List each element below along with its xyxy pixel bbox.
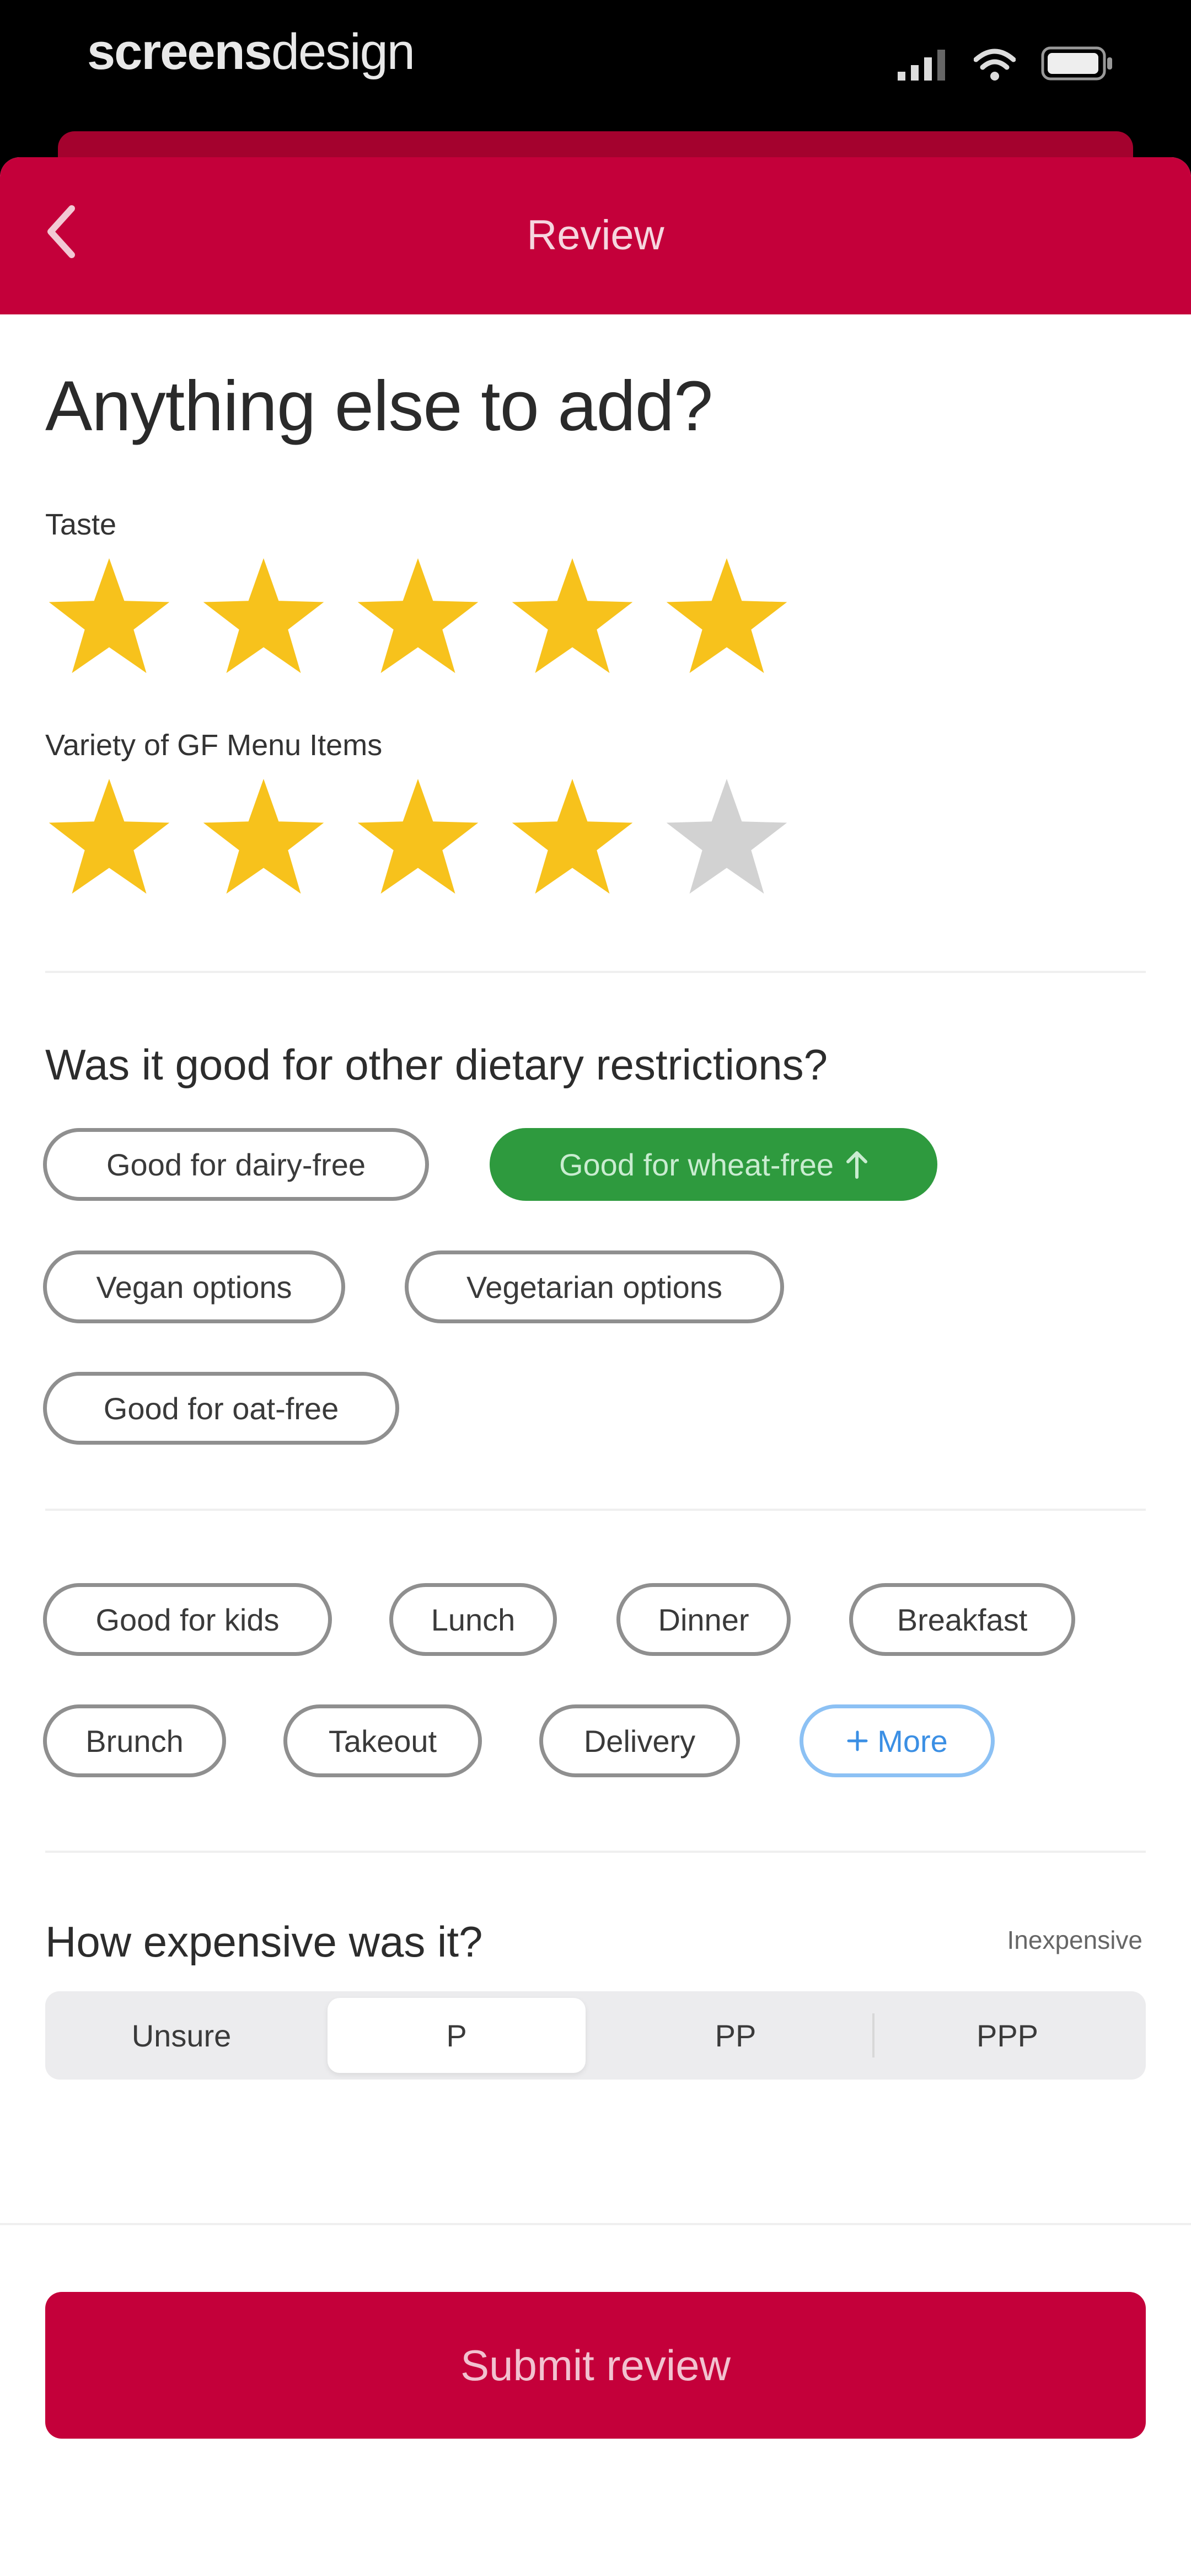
chip-good-for-dairy-free[interactable]: Good for dairy-free [43, 1128, 429, 1201]
chip-lunch[interactable]: Lunch [389, 1583, 557, 1656]
wifi-icon [974, 49, 1016, 81]
nav-header: Review [0, 157, 1191, 314]
chip-takeout[interactable]: Takeout [283, 1704, 482, 1777]
chip-dinner[interactable]: Dinner [616, 1583, 791, 1656]
star-icon[interactable] [508, 554, 636, 682]
chip-vegetarian-options[interactable]: Vegetarian options [405, 1250, 784, 1323]
segment-pp[interactable]: PP [602, 1998, 869, 2073]
submit-review-button[interactable]: Submit review [45, 2292, 1146, 2439]
star-empty-icon[interactable] [663, 775, 791, 903]
cellular-signal-icon [898, 50, 945, 81]
chip-delivery[interactable]: Delivery [539, 1704, 740, 1777]
price-question: How expensive was it? [45, 1917, 483, 1966]
divider [45, 971, 1146, 973]
plus-icon [847, 1730, 868, 1751]
taste-rating-label: Taste [45, 508, 117, 541]
segment-separator [872, 2013, 875, 2057]
variety-rating-label: Variety of GF Menu Items [45, 729, 383, 762]
chip-vegan-options[interactable]: Vegan options [43, 1250, 345, 1323]
variety-star-rating[interactable] [45, 775, 791, 903]
more-tags-button[interactable]: More [800, 1704, 995, 1777]
footer-divider [0, 2223, 1191, 2225]
taste-star-rating[interactable] [45, 554, 791, 682]
chip-good-for-kids[interactable]: Good for kids [43, 1583, 332, 1656]
segment-ppp[interactable]: PPP [876, 1998, 1139, 2073]
battery-icon [1041, 46, 1112, 81]
star-icon[interactable] [200, 554, 328, 682]
chip-good-for-wheat-free[interactable]: Good for wheat-free [490, 1128, 937, 1201]
status-bar: screensdesign [0, 0, 1191, 132]
divider [45, 1509, 1146, 1511]
star-icon[interactable] [354, 554, 482, 682]
chip-brunch[interactable]: Brunch [43, 1704, 226, 1777]
star-icon[interactable] [45, 554, 173, 682]
price-value-label: Inexpensive [1007, 1926, 1143, 1954]
star-icon[interactable] [200, 775, 328, 903]
review-screen: Review Anything else to add? Taste Varie… [0, 157, 1191, 2576]
arrow-up-icon [846, 1151, 868, 1179]
page-title: Review [527, 212, 664, 259]
status-icons [898, 46, 1114, 81]
segment-unsure[interactable]: Unsure [52, 1998, 311, 2073]
dietary-question: Was it good for other dietary restrictio… [45, 1040, 828, 1089]
star-icon[interactable] [663, 554, 791, 682]
price-segmented-control[interactable]: Unsure P PP PPP [45, 1991, 1146, 2080]
brand-watermark: screensdesign [87, 24, 415, 80]
chip-breakfast[interactable]: Breakfast [849, 1583, 1075, 1656]
segment-p[interactable]: P [328, 1998, 586, 2073]
star-icon[interactable] [45, 775, 173, 903]
star-icon[interactable] [354, 775, 482, 903]
chip-good-for-oat-free[interactable]: Good for oat-free [43, 1372, 399, 1445]
divider [45, 1851, 1146, 1853]
section-heading: Anything else to add? [45, 367, 713, 446]
star-icon[interactable] [508, 775, 636, 903]
